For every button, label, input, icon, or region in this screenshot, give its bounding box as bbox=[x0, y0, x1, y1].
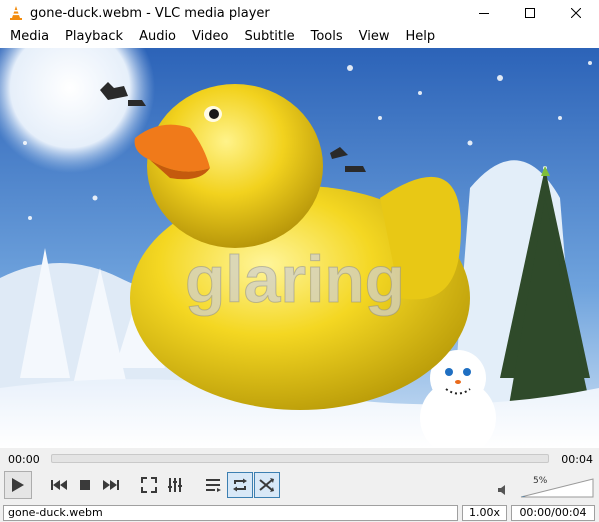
close-button[interactable] bbox=[553, 0, 599, 26]
next-button[interactable] bbox=[98, 472, 124, 498]
loop-icon bbox=[233, 478, 247, 492]
maximize-icon bbox=[525, 8, 535, 18]
speaker-icon[interactable] bbox=[497, 484, 509, 496]
playback-speed[interactable]: 1.00x bbox=[462, 505, 507, 521]
elapsed-time: 00:00 bbox=[8, 453, 40, 466]
video-area[interactable]: glaring bbox=[0, 48, 599, 448]
video-overlay-text: glaring bbox=[185, 242, 405, 316]
status-filename: gone-duck.webm bbox=[3, 505, 458, 521]
menu-view[interactable]: View bbox=[351, 26, 398, 48]
stop-icon bbox=[80, 480, 90, 490]
total-time: 00:04 bbox=[561, 453, 593, 466]
play-icon bbox=[12, 478, 24, 492]
maximize-button[interactable] bbox=[507, 0, 553, 26]
shuffle-button[interactable] bbox=[254, 472, 280, 498]
playlist-icon bbox=[206, 479, 221, 492]
menu-media[interactable]: Media bbox=[2, 26, 57, 48]
previous-icon bbox=[51, 480, 67, 490]
menu-playback[interactable]: Playback bbox=[57, 26, 131, 48]
window-title: gone-duck.webm - VLC media player bbox=[30, 5, 270, 21]
status-time: 00:00/00:04 bbox=[511, 505, 595, 521]
extended-settings-icon bbox=[168, 478, 182, 492]
video-frame: glaring bbox=[0, 48, 599, 448]
minimize-icon bbox=[479, 13, 489, 14]
menu-bar: Media Playback Audio Video Subtitle Tool… bbox=[0, 26, 599, 48]
stop-button[interactable] bbox=[72, 472, 98, 498]
menu-audio[interactable]: Audio bbox=[131, 26, 184, 48]
menu-subtitle[interactable]: Subtitle bbox=[236, 26, 302, 48]
minimize-button[interactable] bbox=[461, 0, 507, 26]
control-bar: 5% bbox=[0, 470, 599, 503]
play-button[interactable] bbox=[4, 471, 32, 499]
playlist-button[interactable] bbox=[200, 472, 226, 498]
volume-slider[interactable] bbox=[520, 478, 594, 498]
title-bar: gone-duck.webm - VLC media player bbox=[0, 0, 599, 26]
fullscreen-button[interactable] bbox=[136, 472, 162, 498]
menu-video[interactable]: Video bbox=[184, 26, 236, 48]
shuffle-icon bbox=[259, 478, 274, 492]
extended-settings-button[interactable] bbox=[162, 472, 188, 498]
previous-button[interactable] bbox=[46, 472, 72, 498]
loop-button[interactable] bbox=[227, 472, 253, 498]
seek-row: 00:00 00:04 bbox=[0, 449, 599, 469]
vlc-cone-icon bbox=[10, 6, 22, 20]
menu-tools[interactable]: Tools bbox=[303, 26, 351, 48]
next-icon bbox=[103, 480, 119, 490]
fullscreen-icon bbox=[141, 477, 157, 493]
close-icon bbox=[571, 8, 581, 18]
menu-help[interactable]: Help bbox=[398, 26, 444, 48]
status-bar: gone-duck.webm 1.00x 00:00/00:04 bbox=[0, 504, 599, 522]
seek-slider[interactable] bbox=[51, 454, 549, 463]
